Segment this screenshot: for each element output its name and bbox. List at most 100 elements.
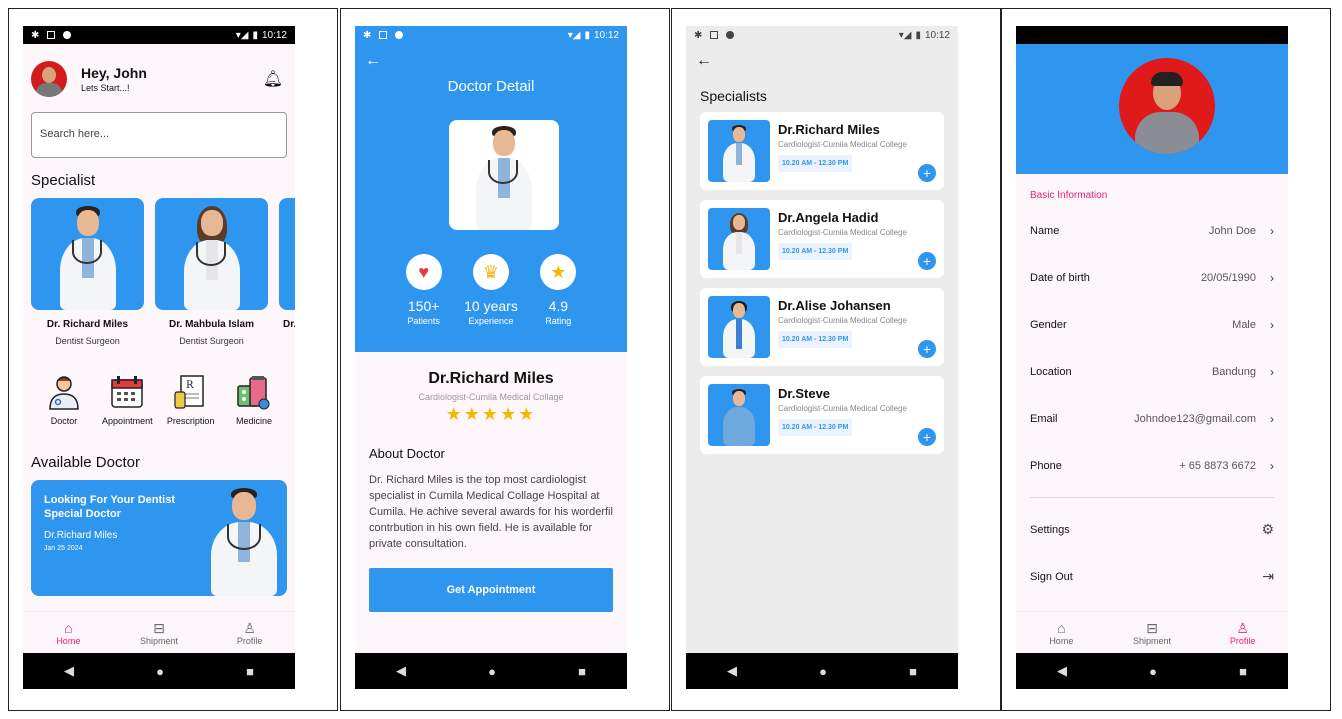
doctor-subtitle: Cardiologist-Cumila Medical Collage [418,392,564,402]
chevron-right-icon: › [1270,270,1274,285]
field-value: Johndoe123@gmail.com [1134,412,1256,425]
nav-home[interactable]: ⌂ Home [33,620,103,646]
recents-nav-icon[interactable]: ■ [578,664,586,679]
specialist-card[interactable]: Dr. Mahbula Islam Dentist Surgeon [155,198,268,346]
banner-date: Jan 25 2024 [44,545,83,552]
specialist-carousel[interactable]: Dr. Richard Miles Dentist Surgeon Dr. Ma… [31,198,295,346]
divider [1030,497,1274,498]
bell-icon[interactable]: 🔔︎ [263,69,283,89]
get-appointment-button[interactable]: Get Appointment [369,568,613,612]
stat-label: Rating [545,316,572,326]
doctor-list-item[interactable]: Dr.Alise Johansen Cardiologist-Cumila Med… [700,288,944,366]
nav-label: Home [1049,635,1074,646]
nav-profile[interactable]: ♙ Profile [1208,620,1278,646]
back-nav-icon[interactable]: ◀ [64,663,74,679]
page-title: Specialists [700,88,767,104]
back-arrow-icon[interactable]: ← [355,44,627,72]
settings-status-icon: ✱ [31,29,40,41]
frame-specialists: ✱ ▾◢ ▮ 10:12 ← Specialists Dr.Richard Mile… [671,8,1001,711]
wifi-icon: ▾◢ [235,29,249,41]
field-gender[interactable]: Gender Male › [1016,301,1288,348]
briefcase-icon: ⊟ [153,619,165,636]
banner-doctor: Dr.Richard Miles [44,530,118,541]
available-doctor-banner[interactable]: Looking For Your Dentist Special Doctor … [31,480,287,596]
nav-label: Shipment [1132,635,1171,646]
field-label: Name [1030,224,1060,237]
system-nav: ◀ ● ■ [355,653,627,689]
category-label: Prescription [166,416,215,426]
add-icon[interactable]: + [918,252,936,270]
specialist-card[interactable]: Dr. Richard Miles Dentist Surgeon [31,198,144,346]
nav-shipment[interactable]: ⊟ Shipment [124,620,194,646]
category-appointment[interactable]: Appointment [96,374,158,426]
sign-out-row[interactable]: Sign Out ⇥ [1016,553,1288,600]
status-time: 10:12 [924,29,950,41]
doctor-subtitle: Cardiologist-Cumila Medical College [778,404,907,413]
back-nav-icon[interactable]: ◀ [727,663,737,679]
specialist-card[interactable]: Dr. I [279,198,295,346]
category-row: Doctor Appointment R Prescription Medici… [31,374,287,426]
doctor-list: Dr.Richard Miles Cardiologist-Cumila Medi… [700,112,944,454]
home-nav-icon[interactable]: ● [156,664,164,679]
avatar[interactable] [1119,58,1215,154]
doctor-name: Dr.Steve [778,386,831,401]
status-time: 10:12 [593,29,619,41]
chevron-right-icon: › [1270,458,1274,473]
field-label: Phone [1030,459,1062,472]
add-icon[interactable]: + [918,340,936,358]
stat-label: Experience [468,316,514,326]
doctor-list-item[interactable]: Dr.Richard Miles Cardiologist-Cumila Medi… [700,112,944,190]
add-icon[interactable]: + [918,164,936,182]
doctor-photo [31,198,144,310]
greeting-title: Hey, John [81,65,147,81]
field-name[interactable]: Name John Doe › [1016,207,1288,254]
frame-home: ✱ ▾◢ ▮ 10:12 Hey, John Lets Start...! 🔔︎ S… [8,8,338,711]
specialist-role: Dentist Surgeon [179,336,244,346]
stat-value: 4.9 [548,298,569,314]
recents-nav-icon[interactable]: ■ [909,664,917,679]
home-icon: ⌂ [64,619,73,636]
greeting-header: Hey, John Lets Start...! 🔔︎ [31,44,287,100]
field-email[interactable]: Email Johndoe123@gmail.com › [1016,395,1288,442]
field-value: + 65 8873 6672 [1179,459,1256,472]
category-label: Doctor [50,416,78,426]
field-label: Gender [1030,318,1067,331]
avatar[interactable] [31,61,67,97]
add-icon[interactable]: + [918,428,936,446]
recents-nav-icon[interactable]: ■ [1239,664,1247,679]
field-label: Date of birth [1030,271,1090,284]
system-nav: ◀ ● ■ [23,653,295,689]
doctor-name: Dr.Alise Johansen [778,298,891,313]
field-dob[interactable]: Date of birth 20/05/1990 › [1016,254,1288,301]
back-nav-icon[interactable]: ◀ [1057,663,1067,679]
category-label: Appointment [102,416,153,426]
nav-profile[interactable]: ♙ Profile [215,620,285,646]
nav-label: Shipment [139,635,178,646]
stat-experience: ♛ 10 years Experience [461,254,521,326]
doctor-list-item[interactable]: Dr.Steve Cardiologist-Cumila Medical Coll… [700,376,944,454]
doctor-photo [708,208,770,270]
nav-home[interactable]: ⌂ Home [1026,620,1096,646]
profile-screen: Basic Information Name John Doe › Date of … [1016,26,1288,689]
home-nav-icon[interactable]: ● [488,664,496,679]
back-arrow-icon[interactable]: ← [686,44,958,72]
settings-row[interactable]: Settings ⚙ [1016,506,1288,553]
field-location[interactable]: Location Bandung › [1016,348,1288,395]
back-nav-icon[interactable]: ◀ [396,663,406,679]
field-phone[interactable]: Phone + 65 8873 6672 › [1016,442,1288,489]
home-nav-icon[interactable]: ● [1149,664,1157,679]
recents-nav-icon[interactable]: ■ [246,664,254,679]
category-prescription[interactable]: R Prescription [160,374,222,426]
crown-icon: ♛ [472,254,509,290]
banner-headline: Looking For Your Dentist Special Doctor [44,494,175,520]
doctor-subtitle: Cardiologist-Cumila Medical College [778,140,907,149]
nav-label: Profile [1229,635,1256,646]
home-nav-icon[interactable]: ● [819,664,827,679]
category-doctor[interactable]: Doctor [33,374,95,426]
category-medicine[interactable]: Medicine [223,374,285,426]
prescription-icon: R [174,375,204,409]
search-input[interactable]: Search here... [31,112,287,158]
nav-shipment[interactable]: ⊟ Shipment [1117,620,1187,646]
field-value: Bandung [1211,365,1256,378]
doctor-list-item[interactable]: Dr.Angela Hadid Cardiologist-Cumila Medic… [700,200,944,278]
